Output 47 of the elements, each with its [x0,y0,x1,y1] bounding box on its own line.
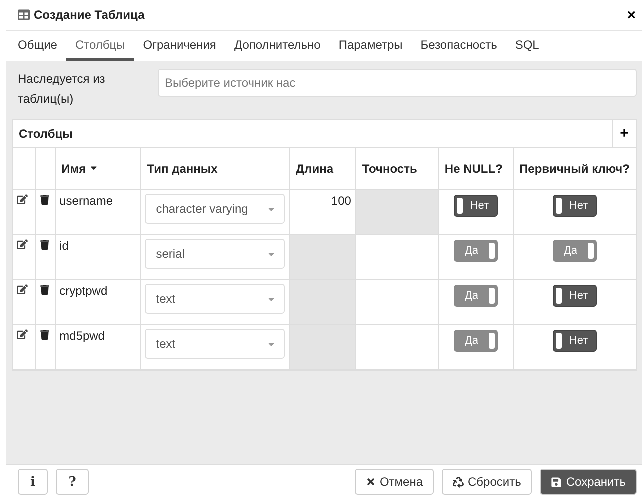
table-icon [18,9,30,21]
type-select[interactable]: serial [145,239,286,269]
tab[interactable]: Безопасность [412,31,506,61]
tab[interactable]: Дополнительно [225,31,330,61]
field-label: Наследуется из таблиц(ы) [18,71,106,108]
source-select-field[interactable]: Выберите источник нас [158,69,637,97]
table-cell: md5pwd [60,329,105,343]
edit-icon[interactable] [17,329,28,340]
toggle-switch[interactable]: Нет [552,195,597,217]
info-button[interactable]: i [18,469,48,495]
reset-button[interactable]: Сбросить [442,469,532,495]
column-header: Не NULL? [444,162,503,176]
panel-title: Столбцы [18,126,74,140]
type-select[interactable]: character varying [145,194,286,224]
tab[interactable]: SQL [506,31,548,61]
floppy-icon [551,476,562,488]
table-cell: username [60,194,113,208]
toggle-switch[interactable]: Нет [552,330,597,352]
column-header: Тип данных [147,162,218,176]
trash-icon[interactable] [40,285,50,295]
trash-icon[interactable] [40,195,50,205]
trash-icon[interactable] [40,330,50,340]
window-title: Создание Таблица [34,8,146,22]
recycle-icon [453,476,464,488]
close-icon [366,477,376,487]
edit-icon[interactable] [17,194,28,205]
edit-icon[interactable] [17,239,28,250]
toggle-switch[interactable]: Нет [454,195,498,217]
edit-icon[interactable] [17,284,28,295]
tab[interactable]: Общие [9,31,66,61]
length-cell: 100 [290,190,356,234]
save-button[interactable]: Сохранить [540,469,637,495]
cancel-button[interactable]: Отмена [354,469,434,495]
tab[interactable]: Ограничения [134,31,226,61]
type-select[interactable]: text [145,284,286,314]
table-cell: cryptpwd [60,284,108,298]
column-header[interactable]: Имя [62,162,100,176]
toggle-switch[interactable]: Нет [552,285,597,307]
tab[interactable]: Параметры [330,31,412,61]
type-select[interactable]: text [145,329,286,359]
close-button[interactable]: × [627,6,636,24]
column-header: Длина [296,162,334,176]
column-header: Точность [362,162,418,176]
column-header: Первичный ключ? [520,162,630,176]
trash-icon[interactable] [40,240,50,250]
help-button[interactable]: ? [56,469,89,495]
table-cell: id [60,239,69,253]
